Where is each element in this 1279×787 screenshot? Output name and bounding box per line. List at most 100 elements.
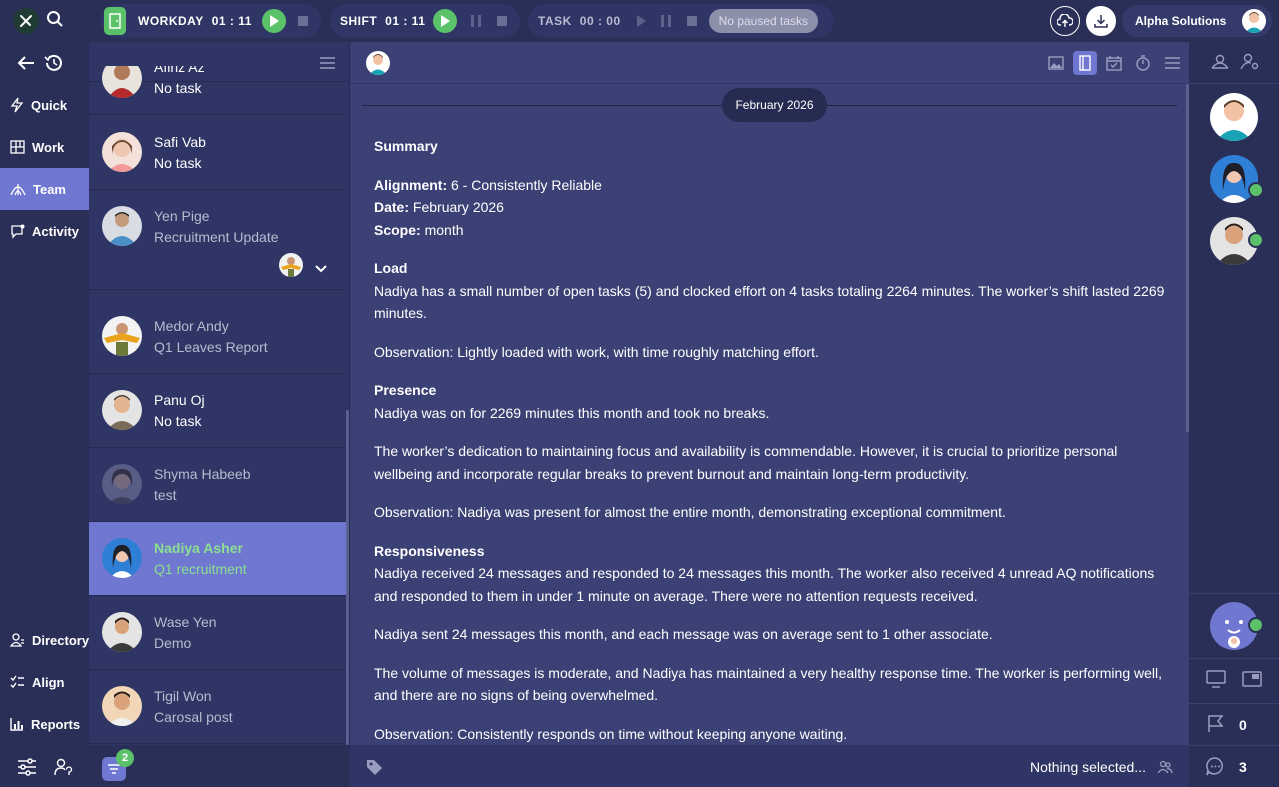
back-arrow-icon[interactable] bbox=[17, 55, 35, 76]
shift-play-button[interactable] bbox=[433, 9, 458, 33]
person-name: Panu Oj bbox=[154, 392, 205, 408]
door-icon[interactable] bbox=[104, 7, 126, 35]
menu-icon[interactable] bbox=[1160, 51, 1184, 75]
alignment-line: Alignment: 6 - Consistently Reliable bbox=[374, 174, 1174, 197]
divider bbox=[1189, 745, 1279, 746]
team-icon bbox=[10, 184, 26, 196]
picture-in-picture-icon[interactable] bbox=[1242, 671, 1262, 692]
list-item[interactable]: Tigil Won Carosal post bbox=[89, 670, 346, 744]
presence-text: Nadiya was on for 2269 minutes this mont… bbox=[374, 404, 770, 421]
person-task: No task bbox=[154, 155, 202, 171]
calendar-check-icon[interactable] bbox=[1102, 51, 1126, 75]
person-task: No task bbox=[154, 413, 202, 429]
chat-icon[interactable] bbox=[1206, 757, 1225, 781]
avatar bbox=[102, 132, 142, 172]
shift-label: SHIFT bbox=[340, 14, 378, 28]
lightning-icon bbox=[10, 97, 24, 113]
load-heading: Load bbox=[374, 260, 408, 276]
nav-label: Activity bbox=[32, 223, 79, 239]
contacts-icon[interactable] bbox=[1211, 54, 1229, 75]
person-name: Medor Andy bbox=[154, 318, 229, 334]
chevron-down-icon[interactable] bbox=[315, 260, 327, 278]
company-name: Alpha Solutions bbox=[1135, 14, 1227, 28]
list-item[interactable]: Panu Oj No task bbox=[89, 374, 346, 448]
task-pause-button[interactable] bbox=[660, 15, 671, 27]
list-item[interactable]: Medor Andy Q1 Leaves Report bbox=[89, 300, 346, 374]
nav-reports[interactable]: Reports bbox=[0, 703, 89, 745]
upload-button[interactable] bbox=[1050, 6, 1080, 36]
person-task: Q1 Leaves Report bbox=[154, 339, 268, 355]
nav-directory[interactable]: Directory bbox=[0, 619, 89, 661]
screen-share-icon[interactable] bbox=[1206, 670, 1226, 693]
tag-icon[interactable] bbox=[366, 759, 383, 781]
search-icon[interactable] bbox=[46, 10, 64, 33]
paused-tasks-pill[interactable]: No paused tasks bbox=[708, 9, 819, 33]
shift-pause-button[interactable] bbox=[471, 15, 482, 27]
app-logo[interactable] bbox=[13, 8, 39, 34]
user-settings-icon[interactable] bbox=[1240, 53, 1260, 76]
scope-value: month bbox=[424, 221, 464, 238]
summary-heading: Summary bbox=[374, 138, 438, 154]
stopwatch-icon[interactable] bbox=[1131, 51, 1155, 75]
reports-icon bbox=[10, 718, 23, 731]
download-button[interactable] bbox=[1086, 6, 1116, 36]
list-item[interactable]: Shyma Habeeb test bbox=[89, 448, 346, 522]
scope-label: Scope: bbox=[374, 221, 421, 238]
avatar bbox=[102, 538, 142, 578]
flag-icon[interactable] bbox=[1207, 715, 1225, 738]
main-panel: February 2026 Summary Alignment: 6 - Con… bbox=[350, 42, 1189, 787]
selected-user-avatar[interactable] bbox=[366, 51, 390, 75]
load-observation: Observation: Lightly loaded with work, w… bbox=[374, 343, 819, 360]
people-list-footer: 2 bbox=[89, 745, 350, 787]
people-list-scrollbar[interactable] bbox=[346, 410, 349, 745]
settings-sliders-icon[interactable] bbox=[17, 758, 37, 781]
responsiveness-text: Nadiya received 24 messages and responde… bbox=[374, 565, 1155, 604]
alignment-label: Alignment: bbox=[374, 176, 448, 193]
nav-label: Quick bbox=[31, 97, 68, 113]
task-stop-button[interactable] bbox=[686, 16, 697, 26]
user-location-icon[interactable] bbox=[54, 758, 74, 781]
online-user-avatar[interactable] bbox=[1210, 93, 1258, 141]
load-text: Nadiya has a small number of open tasks … bbox=[374, 282, 1165, 322]
responsiveness-text-2: Nadiya sent 24 messages this month, and … bbox=[374, 626, 993, 642]
avatar bbox=[102, 686, 142, 726]
nav-team[interactable]: Team bbox=[0, 168, 89, 210]
nav-label: Directory bbox=[32, 632, 90, 648]
person-name: Shyma Habeeb bbox=[154, 466, 251, 482]
nav-align[interactable]: Align bbox=[0, 661, 89, 703]
nav-label: Align bbox=[32, 674, 65, 690]
person-task: Demo bbox=[154, 635, 192, 651]
group-users-icon[interactable] bbox=[1157, 760, 1173, 779]
task-play-button[interactable] bbox=[629, 9, 653, 33]
company-switcher[interactable]: Alpha Solutions bbox=[1122, 5, 1272, 37]
avatar bbox=[102, 612, 142, 652]
person-name: Yen Pige bbox=[154, 208, 210, 224]
avatar bbox=[102, 206, 142, 246]
nav-label: Work bbox=[32, 139, 65, 155]
person-name: Afiriz Az bbox=[154, 66, 205, 75]
workday-label: WORKDAY bbox=[138, 14, 204, 28]
chat-count: 3 bbox=[1239, 759, 1247, 775]
nav-quick[interactable]: Quick bbox=[0, 84, 89, 126]
divider bbox=[1189, 593, 1279, 594]
avatar bbox=[102, 390, 142, 430]
person-task: test bbox=[154, 487, 177, 503]
history-icon[interactable] bbox=[44, 54, 64, 77]
person-name: Wase Yen bbox=[154, 614, 217, 630]
list-item[interactable]: Safi Vab No task bbox=[89, 116, 346, 190]
user-avatar[interactable] bbox=[1242, 9, 1266, 33]
shift-stop-button[interactable] bbox=[497, 16, 508, 26]
workday-play-button[interactable] bbox=[261, 9, 286, 33]
list-item[interactable]: Afiriz Az No task bbox=[89, 66, 346, 115]
image-icon[interactable] bbox=[1044, 51, 1068, 75]
selection-status[interactable]: Nothing selected... bbox=[1030, 759, 1146, 775]
report-icon[interactable] bbox=[1073, 51, 1097, 75]
list-item[interactable]: Wase Yen Demo bbox=[89, 596, 346, 670]
nav-label: Reports bbox=[31, 716, 81, 732]
nav-work[interactable]: Work bbox=[0, 126, 89, 168]
workday-timer: WORKDAY 01 : 11 bbox=[101, 4, 321, 38]
workday-stop-button[interactable] bbox=[297, 16, 308, 26]
nav-activity[interactable]: Activity bbox=[0, 210, 89, 252]
list-item[interactable]: Yen Pige Recruitment Update bbox=[89, 190, 346, 290]
list-item-selected[interactable]: Nadiya Asher Q1 recruitment bbox=[89, 522, 346, 596]
